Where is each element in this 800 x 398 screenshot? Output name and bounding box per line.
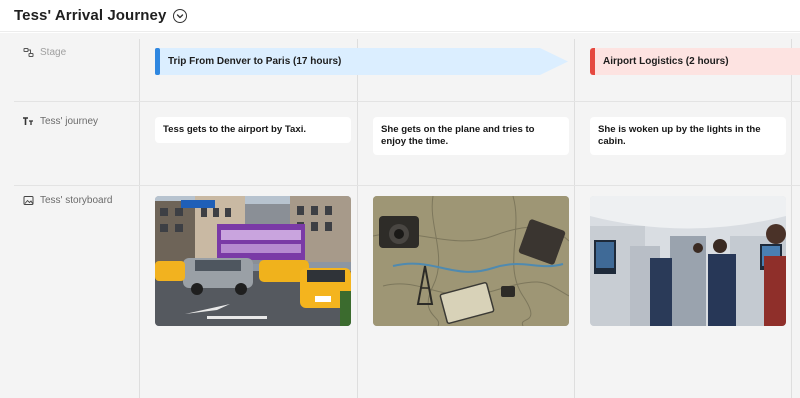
- journey-card[interactable]: Tess gets to the airport by Taxi.: [155, 117, 351, 143]
- stage-icon: [22, 46, 34, 58]
- title-dropdown-chevron-icon[interactable]: [173, 8, 188, 23]
- row-label-stage: Stage: [22, 46, 66, 58]
- row-label-storyboard: Tess' storyboard: [22, 194, 113, 206]
- stage-label: Airport Logistics (2 hours): [603, 56, 729, 67]
- column-divider: [791, 39, 792, 398]
- journey-card-text: She gets on the plane and tries to enjoy…: [381, 124, 535, 147]
- text-type-icon: [22, 115, 34, 127]
- journey-board: Stage Tess' journey Tess' storyboard Tri…: [0, 33, 800, 398]
- journey-card[interactable]: She is woken up by the lights in the cab…: [590, 117, 786, 155]
- stage-label: Trip From Denver to Paris (17 hours): [168, 56, 342, 67]
- row-label-text: Stage: [40, 46, 67, 58]
- stage-accent: [590, 48, 595, 75]
- row-label-journey: Tess' journey: [22, 115, 98, 127]
- journey-card[interactable]: She gets on the plane and tries to enjoy…: [373, 117, 569, 155]
- stage-bar-trip[interactable]: Trip From Denver to Paris (17 hours): [155, 48, 568, 75]
- image-icon: [22, 194, 34, 206]
- row-divider: [14, 185, 800, 186]
- journey-card-text: She is woken up by the lights in the cab…: [598, 124, 761, 147]
- column-divider: [574, 39, 575, 398]
- board-title: Tess' Arrival Journey: [14, 7, 167, 24]
- board-header: Tess' Arrival Journey: [0, 0, 800, 32]
- storyboard-image-airplane-cabin[interactable]: [590, 196, 786, 326]
- storyboard-image-travel-map[interactable]: [373, 196, 569, 326]
- row-divider: [14, 101, 800, 102]
- column-divider: [139, 39, 140, 398]
- stage-bar-airport-logistics[interactable]: Airport Logistics (2 hours): [590, 48, 800, 75]
- row-label-text: Tess' storyboard: [40, 194, 113, 206]
- storyboard-image-taxi-street[interactable]: [155, 196, 351, 326]
- row-label-text: Tess' journey: [40, 115, 99, 127]
- row-label-column: [14, 33, 139, 398]
- journey-card-text: Tess gets to the airport by Taxi.: [163, 124, 307, 135]
- column-divider: [357, 39, 358, 398]
